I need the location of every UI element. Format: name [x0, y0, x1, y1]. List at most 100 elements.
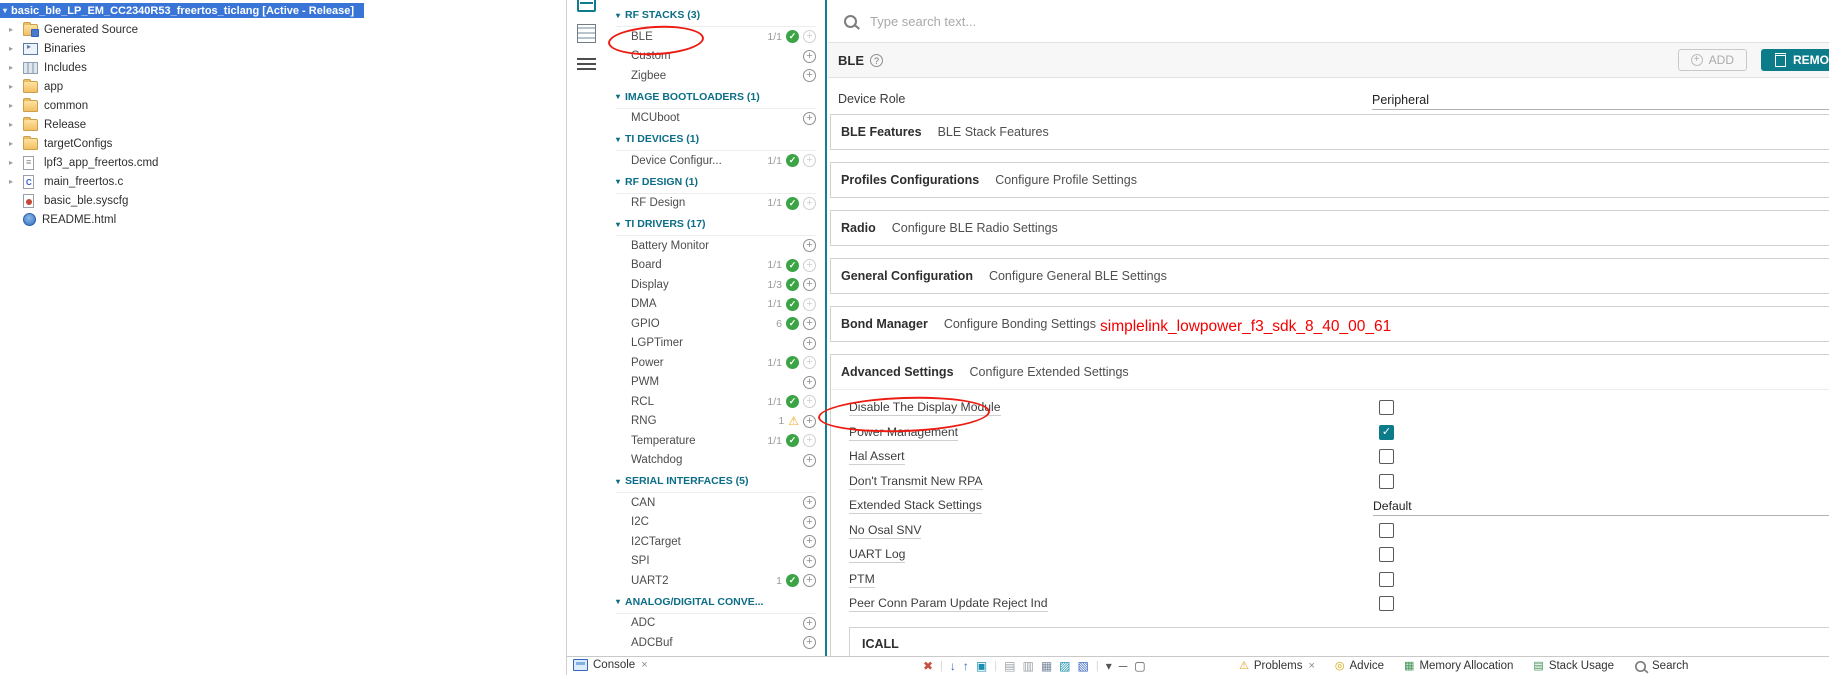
expand-chevron-icon[interactable]: ▸	[9, 158, 22, 167]
tree-item[interactable]: MCUboot +	[616, 109, 816, 129]
add-instance-icon[interactable]: +	[803, 434, 816, 448]
tree-item[interactable]: DMA 1/1 ✓ +	[616, 295, 816, 315]
add-instance-icon[interactable]: +	[803, 496, 816, 510]
remove-button[interactable]: REMOVE	[1761, 49, 1829, 71]
config-checkbox[interactable]	[1379, 424, 1394, 440]
explorer-item[interactable]: ▸ lpf3_app_freertos.cmd	[0, 153, 566, 172]
close-icon[interactable]: ×	[641, 659, 647, 671]
add-instance-icon[interactable]: +	[803, 30, 816, 44]
view-tab-advice[interactable]: ◎ Advice	[1335, 659, 1384, 673]
tree-group-header[interactable]: ▾ ANALOG/DIGITAL CONVE...	[616, 591, 816, 614]
device-role-select[interactable]: Peripheral	[1372, 93, 1829, 110]
expand-chevron-icon[interactable]: ▸	[9, 44, 22, 53]
view-tab-problems[interactable]: ⚠ Problems ×	[1239, 659, 1315, 673]
collapse-chevron-icon[interactable]: ▾	[616, 220, 620, 229]
minimize-icon[interactable]: ─	[1119, 658, 1128, 674]
explorer-item[interactable]: ▸ targetConfigs	[0, 134, 566, 153]
help-icon[interactable]: ?	[870, 53, 883, 67]
clear-view-icon[interactable]: ▦	[1041, 658, 1052, 674]
pin-console-icon[interactable]: ▧	[1078, 658, 1089, 674]
open-console-icon[interactable]: ▾	[1106, 658, 1112, 674]
tree-item[interactable]: Battery Monitor +	[616, 236, 816, 256]
tree-item[interactable]: Power 1/1 ✓ +	[616, 353, 816, 373]
config-checkbox[interactable]	[1379, 547, 1394, 562]
expand-chevron-icon[interactable]: ▸	[9, 82, 22, 91]
add-instance-icon[interactable]: +	[803, 317, 816, 331]
add-instance-icon[interactable]: +	[803, 574, 816, 588]
console-tab[interactable]: Console ×	[573, 659, 648, 671]
config-checkbox[interactable]	[1379, 449, 1394, 464]
add-instance-icon[interactable]: +	[803, 554, 816, 568]
tree-item[interactable]: Temperature 1/1 ✓ +	[616, 431, 816, 451]
tree-item[interactable]: RNG 1 ⚠ +	[616, 412, 816, 432]
tree-group-header[interactable]: ▾ RF STACKS (3)	[616, 4, 816, 27]
tree-item[interactable]: Display 1/3 ✓ +	[616, 275, 816, 295]
add-instance-icon[interactable]: +	[803, 535, 816, 549]
explorer-item[interactable]: ▸ Release	[0, 115, 566, 134]
add-instance-icon[interactable]: +	[803, 616, 816, 630]
scroll-lock-icon[interactable]: ▤	[1004, 658, 1015, 674]
add-instance-icon[interactable]: +	[803, 515, 816, 529]
add-instance-icon[interactable]: +	[803, 375, 816, 389]
tree-item[interactable]: I2CTarget +	[616, 532, 816, 552]
add-instance-icon[interactable]: +	[803, 297, 816, 311]
add-instance-icon[interactable]: +	[803, 453, 816, 467]
hardware-view-icon[interactable]	[577, 24, 596, 43]
expand-chevron-icon[interactable]: ▸	[9, 120, 22, 129]
collapse-chevron-icon[interactable]: ▾	[616, 477, 620, 486]
config-section[interactable]: Radio Configure BLE Radio Settings	[830, 210, 1829, 246]
menu-list-icon[interactable]	[577, 56, 596, 70]
config-section[interactable]: BLE Features BLE Stack Features	[830, 114, 1829, 150]
config-checkbox[interactable]	[1379, 596, 1394, 611]
collapse-chevron-icon[interactable]: ▾	[616, 597, 620, 606]
scroll-down-icon[interactable]: ↓	[950, 658, 956, 674]
advanced-settings-header[interactable]: Advanced Settings Configure Extended Set…	[831, 355, 1829, 390]
tree-item[interactable]: Custom +	[616, 47, 816, 67]
expand-chevron-icon[interactable]: ▸	[9, 101, 22, 110]
add-instance-icon[interactable]: +	[803, 258, 816, 272]
expand-chevron-icon[interactable]: ▸	[9, 63, 22, 72]
explorer-item[interactable]: ▸ common	[0, 96, 566, 115]
search-input[interactable]	[868, 12, 1192, 30]
add-instance-icon[interactable]: +	[803, 69, 816, 83]
config-checkbox[interactable]	[1379, 400, 1394, 415]
expand-chevron-icon[interactable]: ▸	[9, 139, 22, 148]
add-instance-icon[interactable]: +	[803, 196, 816, 210]
tree-item[interactable]: SPI +	[616, 552, 816, 572]
tree-item[interactable]: RCL 1/1 ✓ +	[616, 392, 816, 412]
add-instance-icon[interactable]: +	[803, 636, 816, 650]
expand-chevron-icon[interactable]: ▸	[9, 25, 22, 34]
view-tab-stack-usage[interactable]: ▤ Stack Usage	[1533, 659, 1614, 673]
explorer-item[interactable]: ▸ main_freertos.c	[0, 172, 566, 191]
tree-item[interactable]: CAN +	[616, 493, 816, 513]
config-section[interactable]: General Configuration Configure General B…	[830, 258, 1829, 294]
config-checkbox[interactable]	[1379, 571, 1394, 587]
collapse-chevron-icon[interactable]: ▾	[3, 6, 7, 15]
config-select[interactable]: Default	[1373, 499, 1829, 516]
explorer-item[interactable]: README.html	[0, 210, 566, 229]
clear-console-icon[interactable]: ✖	[923, 658, 933, 674]
explorer-item[interactable]: ▸ Binaries	[0, 39, 566, 58]
collapse-chevron-icon[interactable]: ▾	[616, 11, 620, 20]
device-view-icon[interactable]	[577, 0, 596, 12]
view-tab-search[interactable]: Search	[1634, 660, 1688, 673]
tree-item[interactable]: BLE 1/1 ✓ +	[616, 27, 816, 47]
tree-group-header[interactable]: ▾ RF DESIGN (1)	[616, 171, 816, 194]
explorer-item[interactable]: ▸ Generated Source	[0, 20, 566, 39]
add-instance-icon[interactable]: +	[803, 154, 816, 168]
tree-group-header[interactable]: ▾ TI DRIVERS (17)	[616, 213, 816, 236]
tree-item[interactable]: Watchdog +	[616, 451, 816, 471]
config-checkbox[interactable]	[1379, 522, 1394, 538]
tree-item[interactable]: PWM +	[616, 373, 816, 393]
collapse-chevron-icon[interactable]: ▾	[616, 177, 620, 186]
add-instance-icon[interactable]: +	[803, 356, 816, 370]
config-section[interactable]: Profiles Configurations Configure Profile…	[830, 162, 1829, 198]
explorer-item[interactable]: ▸ app	[0, 77, 566, 96]
expand-chevron-icon[interactable]: ▸	[9, 177, 22, 186]
tree-item[interactable]: LGPTimer +	[616, 334, 816, 354]
tree-group-header[interactable]: ▾ IMAGE BOOTLOADERS (1)	[616, 86, 816, 109]
tree-group-header[interactable]: ▾ SERIAL INTERFACES (5)	[616, 470, 816, 493]
tree-item[interactable]: Board 1/1 ✓ +	[616, 256, 816, 276]
maximize-icon[interactable]: ▢	[1134, 658, 1145, 674]
collapse-chevron-icon[interactable]: ▾	[616, 135, 620, 144]
